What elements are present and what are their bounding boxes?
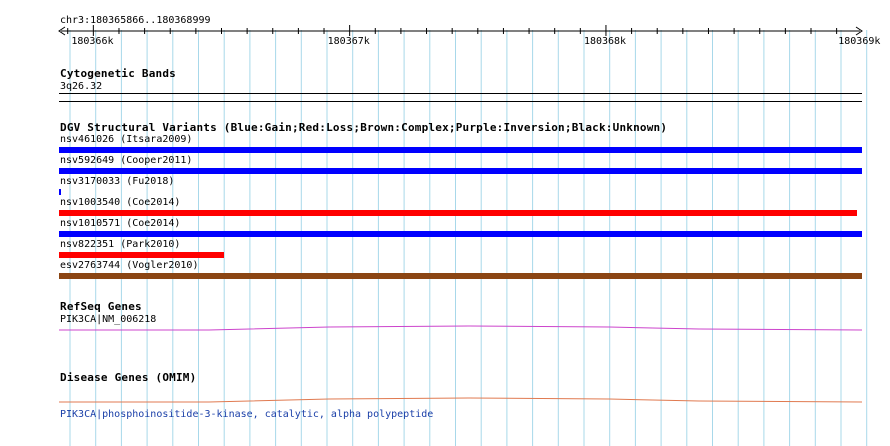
ruler-tick-label: 180368k (584, 36, 626, 46)
refseq-track-title: RefSeq Genes (60, 300, 142, 313)
dgv-variant-bar[interactable] (59, 210, 858, 216)
dgv-variant-bar[interactable] (59, 252, 225, 258)
dgv-variant-bar[interactable] (59, 273, 862, 279)
omim-gene-label[interactable]: PIK3CA|phosphoinositide-3-kinase, cataly… (60, 409, 433, 421)
refseq-gene-model[interactable] (59, 322, 863, 334)
dgv-variant-bar[interactable] (59, 189, 62, 195)
dgv-variant-bar[interactable] (59, 168, 862, 174)
dgv-variant-label[interactable]: nsv3170033 (Fu2018) (60, 176, 174, 188)
dgv-variant-label[interactable]: nsv461026 (Itsara2009) (60, 134, 192, 146)
ruler-tick-label: 180366k (71, 36, 113, 46)
dgv-variant-label[interactable]: esv2763744 (Vogler2010) (60, 260, 198, 272)
dgv-variant-label[interactable]: nsv592649 (Cooper2011) (60, 155, 192, 167)
cytoband-track-line (59, 93, 862, 94)
dgv-variant-label[interactable]: nsv822351 (Park2010) (60, 239, 180, 251)
ruler-tick-label: 180369k (838, 36, 880, 46)
cytoband-label[interactable]: 3q26.32 (60, 81, 102, 93)
dgv-variant-bar[interactable] (59, 231, 862, 237)
cytoband-track-title: Cytogenetic Bands (60, 67, 176, 80)
omim-gene-model[interactable] (59, 393, 863, 405)
dgv-variant-label[interactable]: nsv1003540 (Coe2014) (60, 197, 180, 209)
ruler[interactable]: 180366k 180367k 180368k 180369k (0, 24, 890, 46)
dgv-track-title: DGV Structural Variants (Blue:Gain;Red:L… (60, 121, 668, 134)
dgv-variant-label[interactable]: nsv1010571 (Coe2014) (60, 218, 180, 230)
dgv-variant-bar[interactable] (59, 147, 862, 153)
omim-track-title: Disease Genes (OMIM) (60, 371, 197, 384)
cytoband-track-line-bottom (59, 101, 862, 102)
ruler-tick-label: 180367k (328, 36, 370, 46)
